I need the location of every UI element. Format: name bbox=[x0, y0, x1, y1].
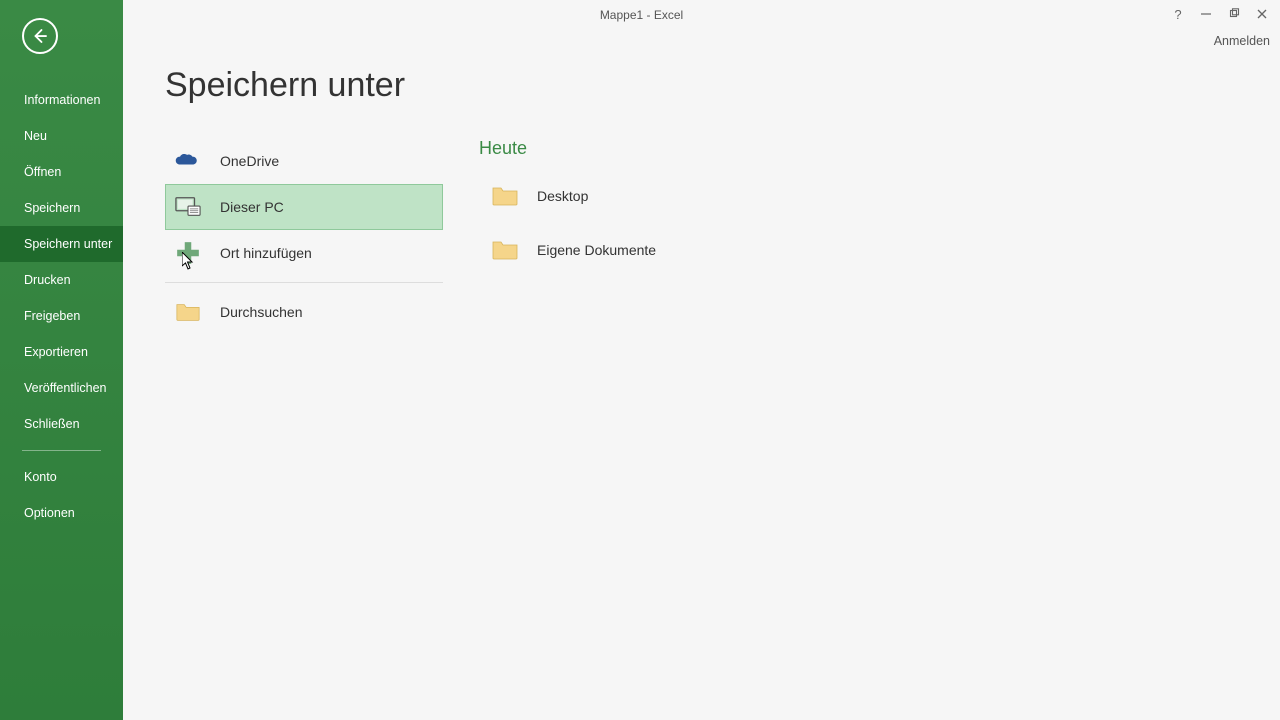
close-icon bbox=[1256, 8, 1268, 20]
title-bar: Mappe1 - Excel ? bbox=[123, 0, 1280, 30]
recent-section-title: Heute bbox=[479, 138, 1240, 159]
back-button[interactable] bbox=[22, 18, 58, 54]
nav-oeffnen[interactable]: Öffnen bbox=[0, 154, 123, 190]
nav-separator bbox=[22, 450, 101, 451]
nav-konto[interactable]: Konto bbox=[0, 459, 123, 495]
sign-in-link[interactable]: Anmelden bbox=[1214, 34, 1270, 48]
recent-folder-desktop[interactable]: Desktop bbox=[479, 173, 1240, 219]
arrow-left-icon bbox=[31, 27, 49, 45]
location-label: Durchsuchen bbox=[220, 304, 303, 320]
content-area: Mappe1 - Excel ? Anmelden Speichern unte… bbox=[123, 0, 1280, 720]
nav-exportieren[interactable]: Exportieren bbox=[0, 334, 123, 370]
backstage-sidebar: Informationen Neu Öffnen Speichern Speic… bbox=[0, 0, 123, 720]
location-label: Ort hinzufügen bbox=[220, 245, 312, 261]
folder-icon bbox=[174, 298, 202, 326]
location-label: OneDrive bbox=[220, 153, 279, 169]
nav-informationen[interactable]: Informationen bbox=[0, 82, 123, 118]
restore-button[interactable] bbox=[1220, 4, 1248, 24]
onedrive-icon bbox=[174, 147, 202, 175]
close-button[interactable] bbox=[1248, 4, 1276, 24]
recent-folder-documents[interactable]: Eigene Dokumente bbox=[479, 227, 1240, 273]
save-locations-panel: OneDrive Dieser PC Ort hinzufügen bbox=[123, 58, 443, 720]
recent-folders-panel: Heute Desktop Eigene Dokumente bbox=[443, 58, 1280, 720]
restore-icon bbox=[1228, 8, 1240, 20]
location-add-place[interactable]: Ort hinzufügen bbox=[165, 230, 443, 276]
location-onedrive[interactable]: OneDrive bbox=[165, 138, 443, 184]
nav-freigeben[interactable]: Freigeben bbox=[0, 298, 123, 334]
minimize-button[interactable] bbox=[1192, 4, 1220, 24]
nav-speichern-unter[interactable]: Speichern unter bbox=[0, 226, 123, 262]
this-pc-icon bbox=[174, 193, 202, 221]
nav-schliessen[interactable]: Schließen bbox=[0, 406, 123, 442]
folder-label: Eigene Dokumente bbox=[537, 242, 656, 258]
folder-icon bbox=[491, 185, 519, 207]
folder-icon bbox=[491, 239, 519, 261]
help-icon: ? bbox=[1174, 7, 1181, 22]
location-label: Dieser PC bbox=[220, 199, 284, 215]
plus-icon bbox=[174, 239, 202, 267]
page-heading: Speichern unter bbox=[165, 66, 405, 105]
location-this-pc[interactable]: Dieser PC bbox=[165, 184, 443, 230]
folder-label: Desktop bbox=[537, 188, 588, 204]
window-title: Mappe1 - Excel bbox=[600, 8, 683, 22]
help-button[interactable]: ? bbox=[1164, 4, 1192, 24]
nav-drucken[interactable]: Drucken bbox=[0, 262, 123, 298]
location-separator bbox=[165, 282, 443, 283]
nav-neu[interactable]: Neu bbox=[0, 118, 123, 154]
nav-optionen[interactable]: Optionen bbox=[0, 495, 123, 531]
nav-speichern[interactable]: Speichern bbox=[0, 190, 123, 226]
minimize-icon bbox=[1200, 8, 1212, 20]
nav-veroeffentlichen[interactable]: Veröffentlichen bbox=[0, 370, 123, 406]
location-browse[interactable]: Durchsuchen bbox=[165, 289, 443, 335]
backstage-nav: Informationen Neu Öffnen Speichern Speic… bbox=[0, 82, 123, 531]
